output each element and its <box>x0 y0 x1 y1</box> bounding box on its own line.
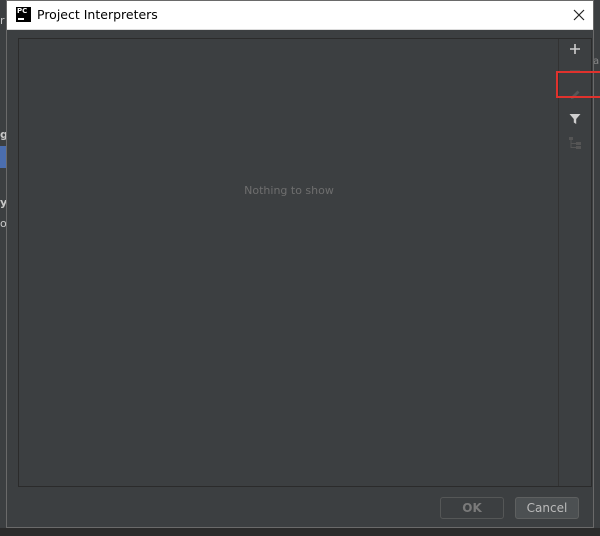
add-interpreter-button[interactable] <box>563 39 587 59</box>
pycharm-logo-icon: PC <box>16 7 31 22</box>
cancel-button[interactable]: Cancel <box>515 497 579 519</box>
logo-bar <box>18 18 24 20</box>
close-icon <box>573 9 585 21</box>
project-interpreters-dialog: PC Project Interpreters Nothing to show <box>6 0 600 528</box>
add-icon <box>570 44 580 54</box>
close-button[interactable] <box>567 3 591 27</box>
add-button-highlight <box>556 71 600 98</box>
filter-interpreters-button[interactable] <box>563 109 587 129</box>
interpreters-toolbar <box>559 39 591 486</box>
interpreters-panel: Nothing to show <box>18 38 600 487</box>
show-paths-button[interactable] <box>563 133 587 153</box>
background-bottom-bar <box>0 528 600 536</box>
dialog-title: Project Interpreters <box>37 7 158 22</box>
logo-text: PC <box>17 7 28 15</box>
empty-list-message: Nothing to show <box>244 184 334 197</box>
dialog-titlebar[interactable]: PC Project Interpreters <box>7 1 593 30</box>
background-fragment-text: r <box>0 14 5 27</box>
tree-icon <box>569 137 581 149</box>
ok-button[interactable]: OK <box>440 497 504 519</box>
filter-icon <box>569 114 581 124</box>
interpreters-list[interactable]: Nothing to show <box>19 39 559 486</box>
